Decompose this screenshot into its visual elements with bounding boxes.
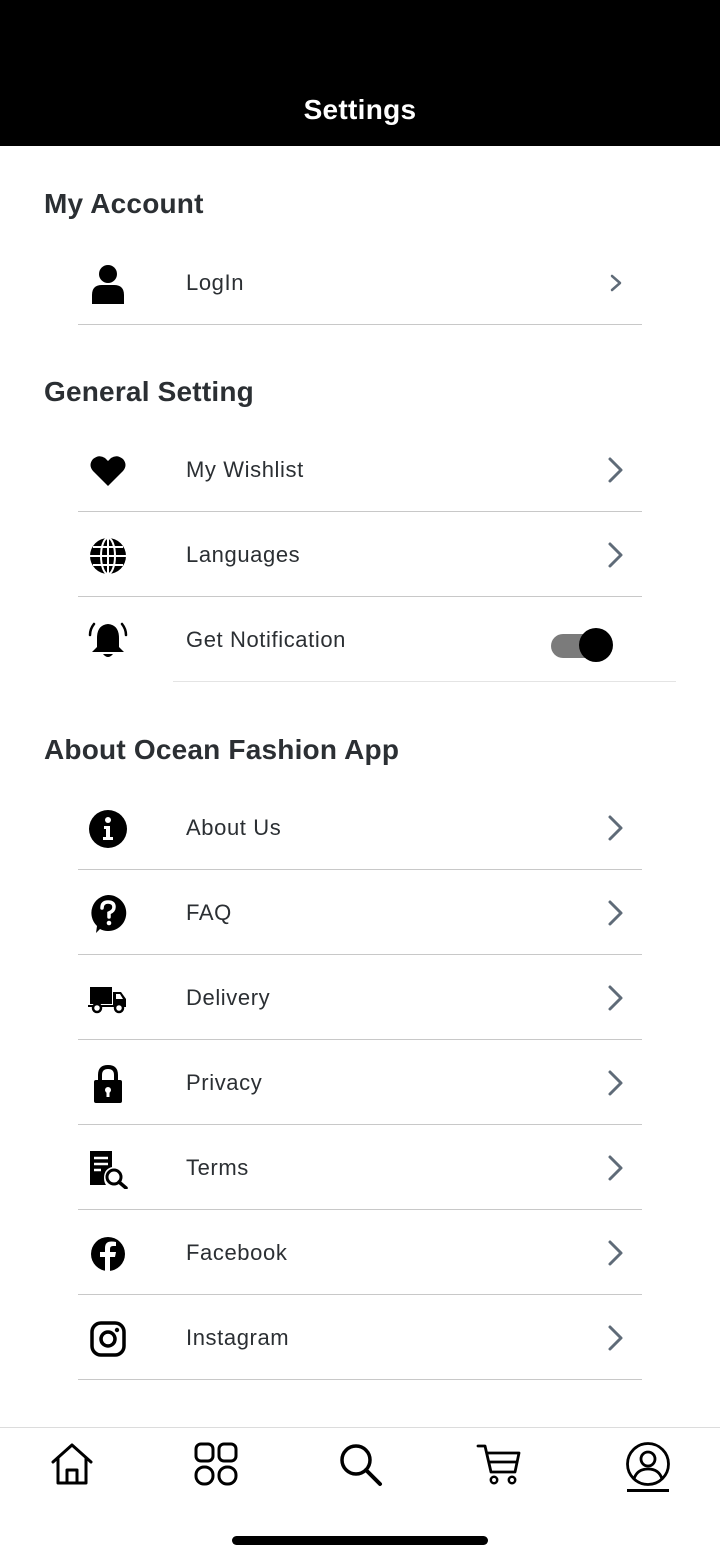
user-icon — [86, 264, 130, 304]
settings-row-label: Facebook — [186, 1240, 288, 1265]
chevron-right-icon — [608, 542, 623, 568]
settings-row-label: FAQ — [186, 900, 232, 925]
chevron-right-icon — [608, 1155, 623, 1181]
section-title-about: About Ocean Fashion App — [44, 734, 400, 765]
search-icon — [340, 1444, 382, 1486]
bottom-tab-bar — [0, 1427, 720, 1558]
chevron-right-icon — [608, 985, 623, 1011]
settings-row-label: Languages — [186, 542, 301, 567]
settings-row-terms[interactable]: Terms — [78, 1125, 642, 1210]
header-bar: Settings — [0, 0, 720, 146]
notification-toggle[interactable] — [551, 625, 615, 663]
settings-row-label: LogIn — [186, 270, 245, 295]
settings-list[interactable]: My Account LogIn General Setting My Wish… — [0, 146, 720, 1427]
tab-cart[interactable] — [475, 1440, 523, 1488]
settings-row-label: Instagram — [186, 1325, 290, 1350]
bell-icon — [86, 621, 130, 661]
settings-row-wishlist[interactable]: My Wishlist — [78, 427, 642, 512]
settings-row-label: Privacy — [186, 1070, 263, 1095]
tab-profile[interactable] — [624, 1440, 672, 1488]
divider — [78, 1379, 642, 1380]
lock-icon — [86, 1064, 130, 1104]
grid-icon — [194, 1442, 238, 1486]
tab-search[interactable] — [336, 1440, 384, 1488]
settings-row-label: Delivery — [186, 985, 271, 1010]
question-icon — [86, 894, 130, 934]
settings-row-languages[interactable]: Languages — [78, 512, 642, 597]
globe-icon — [86, 536, 130, 576]
settings-row-delivery[interactable]: Delivery — [78, 955, 642, 1040]
section-title-account: My Account — [44, 188, 204, 219]
chevron-right-icon — [608, 815, 623, 841]
document-search-icon — [86, 1149, 130, 1189]
instagram-icon — [86, 1319, 130, 1359]
info-icon — [86, 809, 130, 849]
settings-row-label: My Wishlist — [186, 457, 304, 482]
tab-home[interactable] — [48, 1440, 96, 1488]
section-title-general: General Setting — [44, 376, 254, 407]
chevron-right-icon — [608, 1325, 623, 1351]
cart-icon — [476, 1444, 521, 1485]
heart-icon — [86, 451, 130, 491]
settings-row-login[interactable]: LogIn — [78, 240, 642, 325]
tab-categories[interactable] — [192, 1440, 240, 1488]
settings-row-instagram[interactable]: Instagram — [78, 1295, 642, 1380]
settings-row-label: About Us — [186, 815, 282, 840]
active-tab-indicator — [627, 1489, 669, 1492]
chevron-right-icon — [608, 457, 623, 483]
settings-row-privacy[interactable]: Privacy — [78, 1040, 642, 1125]
settings-row-faq[interactable]: FAQ — [78, 870, 642, 955]
chevron-right-icon — [610, 274, 622, 292]
settings-row-label: Get Notification — [186, 627, 347, 652]
divider — [173, 681, 676, 682]
settings-row-notification[interactable]: Get Notification — [78, 597, 676, 682]
settings-row-facebook[interactable]: Facebook — [78, 1210, 642, 1295]
chevron-right-icon — [608, 1240, 623, 1266]
divider — [78, 324, 642, 325]
toggle-knob — [579, 628, 613, 662]
settings-row-about-us[interactable]: About Us — [78, 785, 642, 870]
chevron-right-icon — [608, 1070, 623, 1096]
home-icon — [51, 1443, 93, 1485]
truck-icon — [86, 979, 130, 1019]
settings-row-label: Terms — [186, 1155, 249, 1180]
chevron-right-icon — [608, 900, 623, 926]
profile-icon — [626, 1442, 670, 1486]
facebook-icon — [86, 1234, 130, 1274]
home-indicator — [232, 1536, 488, 1545]
page-title: Settings — [303, 94, 417, 125]
